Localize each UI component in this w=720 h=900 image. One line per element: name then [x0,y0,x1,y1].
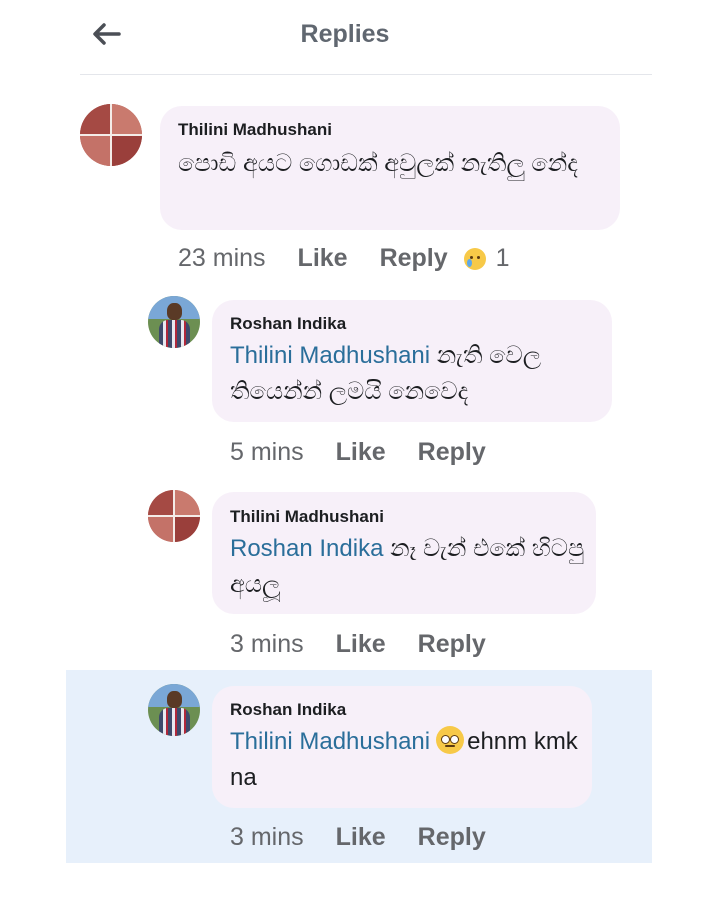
comment-time: 23 mins [178,244,266,272]
avatar[interactable] [148,296,200,348]
comment-author[interactable]: Roshan Indika [230,700,346,720]
reply-button[interactable]: Reply [418,823,486,852]
comment-meta: 23 mins Like Reply 1 [178,244,510,273]
replies-header: Replies [0,0,720,74]
comment-author[interactable]: Thilini Madhushani [230,507,384,527]
comment-text: Roshan Indika නෑ වැන් එකේ හිටපු අයලූ [230,531,590,603]
comment-text: Thilini Madhushani නැති වෙල තියෙන්න් ලමය… [230,338,605,410]
eye-roll-emoji-icon [436,726,465,754]
comment-time: 5 mins [230,438,304,466]
reply-button[interactable]: Reply [380,244,448,273]
sad-tear-emoji-icon[interactable] [463,247,486,270]
avatar[interactable] [148,490,200,542]
comment-meta: 5 mins Like Reply [230,438,518,467]
comment-meta: 3 mins Like Reply [230,630,518,659]
reply-button[interactable]: Reply [418,630,486,659]
reply-button[interactable]: Reply [418,438,486,467]
comment-text-body: පොඩි අයට ගොඩක් අවුලක් නැතිලු නේද [178,150,578,177]
mention-link[interactable]: Roshan Indika [230,535,383,562]
like-button[interactable]: Like [336,438,386,467]
mention-link[interactable]: Thilini Madhushani [230,342,430,369]
comment-text: පොඩි අයට ගොඩක් අවුලක් නැතිලු නේද [178,146,608,182]
page-title: Replies [300,20,390,48]
comment-time: 3 mins [230,630,304,658]
mention-link[interactable]: Thilini Madhushani [230,728,430,755]
comment-text: Thilini Madhushani ehnm kmk na [230,724,585,796]
like-button[interactable]: Like [336,823,386,852]
avatar[interactable] [80,104,142,166]
comment-author[interactable]: Thilini Madhushani [178,120,332,140]
comment-author[interactable]: Roshan Indika [230,314,346,334]
reaction-count[interactable]: 1 [496,244,510,273]
comment-meta: 3 mins Like Reply [230,823,518,852]
header-divider [80,74,652,75]
like-button[interactable]: Like [336,630,386,659]
comment-time: 3 mins [230,823,304,851]
like-button[interactable]: Like [298,244,348,273]
avatar[interactable] [148,684,200,736]
